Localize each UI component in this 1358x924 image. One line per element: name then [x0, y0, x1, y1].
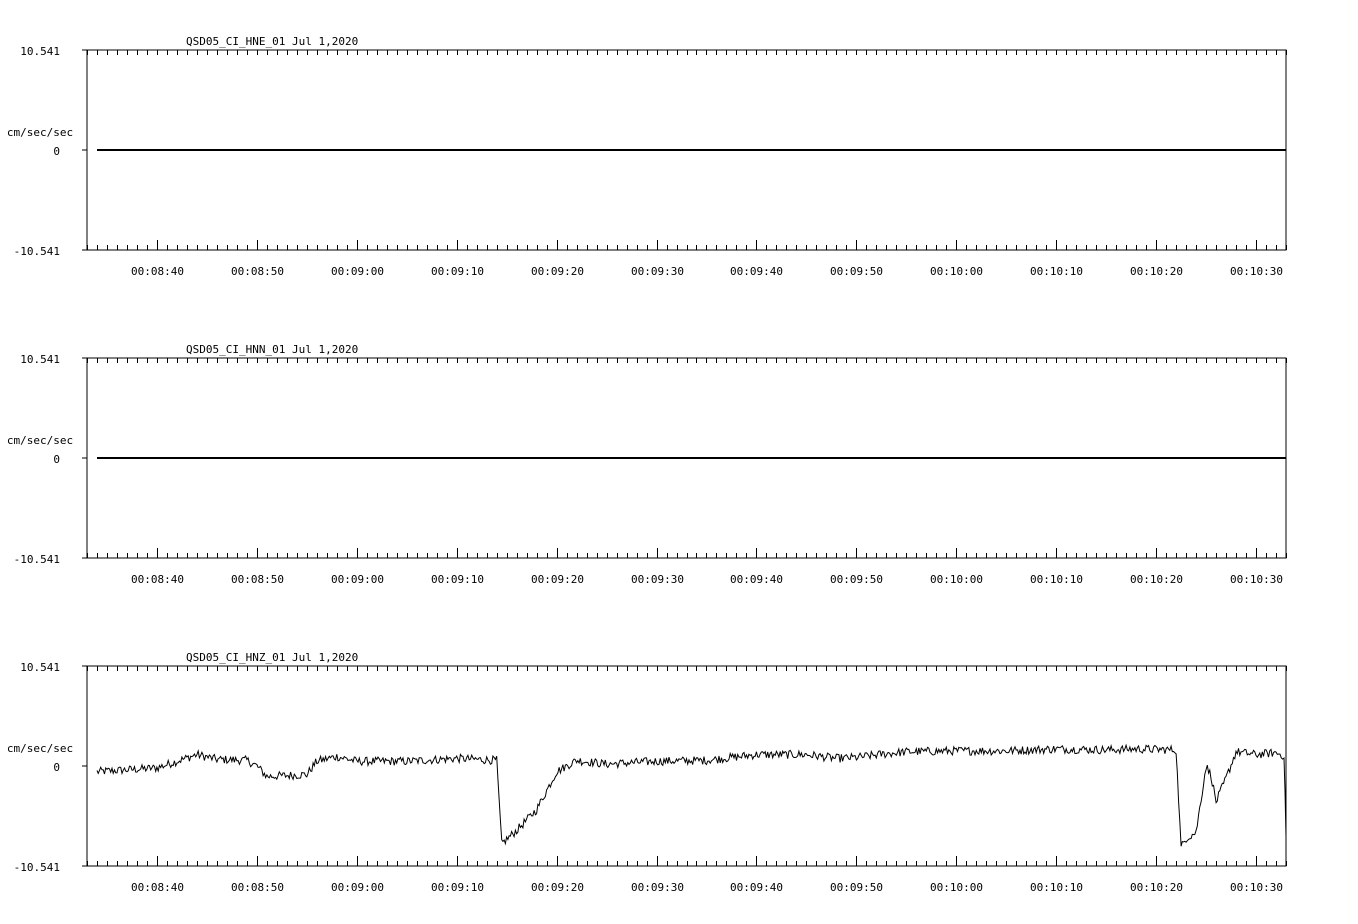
- x-tick-label: 00:10:10: [1030, 881, 1083, 894]
- x-tick-label: 00:10:00: [930, 573, 983, 586]
- x-tick-label: 00:10:10: [1030, 265, 1083, 278]
- x-tick-label: 00:10:20: [1130, 265, 1183, 278]
- y-tick-label: -10.541: [14, 245, 60, 258]
- x-tick-label: 00:10:30: [1230, 881, 1283, 894]
- x-tick-label: 00:10:30: [1230, 265, 1283, 278]
- plot-frame: [86, 665, 1287, 867]
- x-tick-label: 00:09:30: [631, 265, 684, 278]
- x-tick-label: 00:08:50: [231, 573, 284, 586]
- x-tick-label: 00:09:00: [331, 265, 384, 278]
- x-tick-label: 00:08:40: [131, 265, 184, 278]
- x-tick-label: 00:09:10: [431, 881, 484, 894]
- y-tick-label: 0: [53, 453, 60, 466]
- chart-title: QSD05_CI_HNN_01 Jul 1,2020: [186, 343, 358, 356]
- x-tick-label: 00:09:20: [531, 265, 584, 278]
- x-tick-label: 00:09:00: [331, 573, 384, 586]
- x-tick-label: 00:10:30: [1230, 573, 1283, 586]
- y-tick-label: 10.541: [20, 45, 60, 58]
- chart-title: QSD05_CI_HNE_01 Jul 1,2020: [186, 35, 358, 48]
- seismogram-chart: QSD05_CI_HNE_01 Jul 1,2020 10.541 0 -10.541…: [7, 35, 1287, 894]
- y-tick-label: 0: [53, 761, 60, 774]
- x-tick-label: 00:08:40: [131, 573, 184, 586]
- x-tick-label: 00:09:30: [631, 573, 684, 586]
- y-tick-label: 10.541: [20, 661, 60, 674]
- x-tick-label: 00:09:30: [631, 881, 684, 894]
- x-tick-label: 00:08:50: [231, 881, 284, 894]
- x-tick-label: 00:09:50: [830, 573, 883, 586]
- x-minor-ticks: [87, 666, 1287, 866]
- y-tick-label: -10.541: [14, 861, 60, 874]
- x-tick-label: 00:10:20: [1130, 573, 1183, 586]
- y-tick-label: -10.541: [14, 553, 60, 566]
- x-tick-label: 00:10:20: [1130, 881, 1183, 894]
- x-tick-label: 00:09:20: [531, 573, 584, 586]
- x-tick-label: 00:08:50: [231, 265, 284, 278]
- x-tick-label: 00:09:00: [331, 881, 384, 894]
- y-axis-label: cm/sec/sec: [7, 126, 73, 139]
- y-tick-label: 10.541: [20, 353, 60, 366]
- x-tick-label: 00:09:10: [431, 265, 484, 278]
- y-axis-label: cm/sec/sec: [7, 742, 73, 755]
- x-tick-label: 00:08:40: [131, 881, 184, 894]
- chart-title: QSD05_CI_HNZ_01 Jul 1,2020: [186, 651, 358, 664]
- x-tick-label: 00:10:00: [930, 265, 983, 278]
- x-tick-label: 00:09:50: [830, 265, 883, 278]
- x-tick-label: 00:09:20: [531, 881, 584, 894]
- x-tick-label: 00:10:10: [1030, 573, 1083, 586]
- x-tick-label: 00:09:50: [830, 881, 883, 894]
- series-line: [96, 743, 1287, 847]
- y-axis-label: cm/sec/sec: [7, 434, 73, 447]
- x-tick-label: 00:09:40: [730, 573, 783, 586]
- x-tick-label: 00:09:40: [730, 881, 783, 894]
- x-tick-label: 00:09:40: [730, 265, 783, 278]
- x-tick-label: 00:10:00: [930, 881, 983, 894]
- x-tick-label: 00:09:10: [431, 573, 484, 586]
- y-tick-label: 0: [53, 145, 60, 158]
